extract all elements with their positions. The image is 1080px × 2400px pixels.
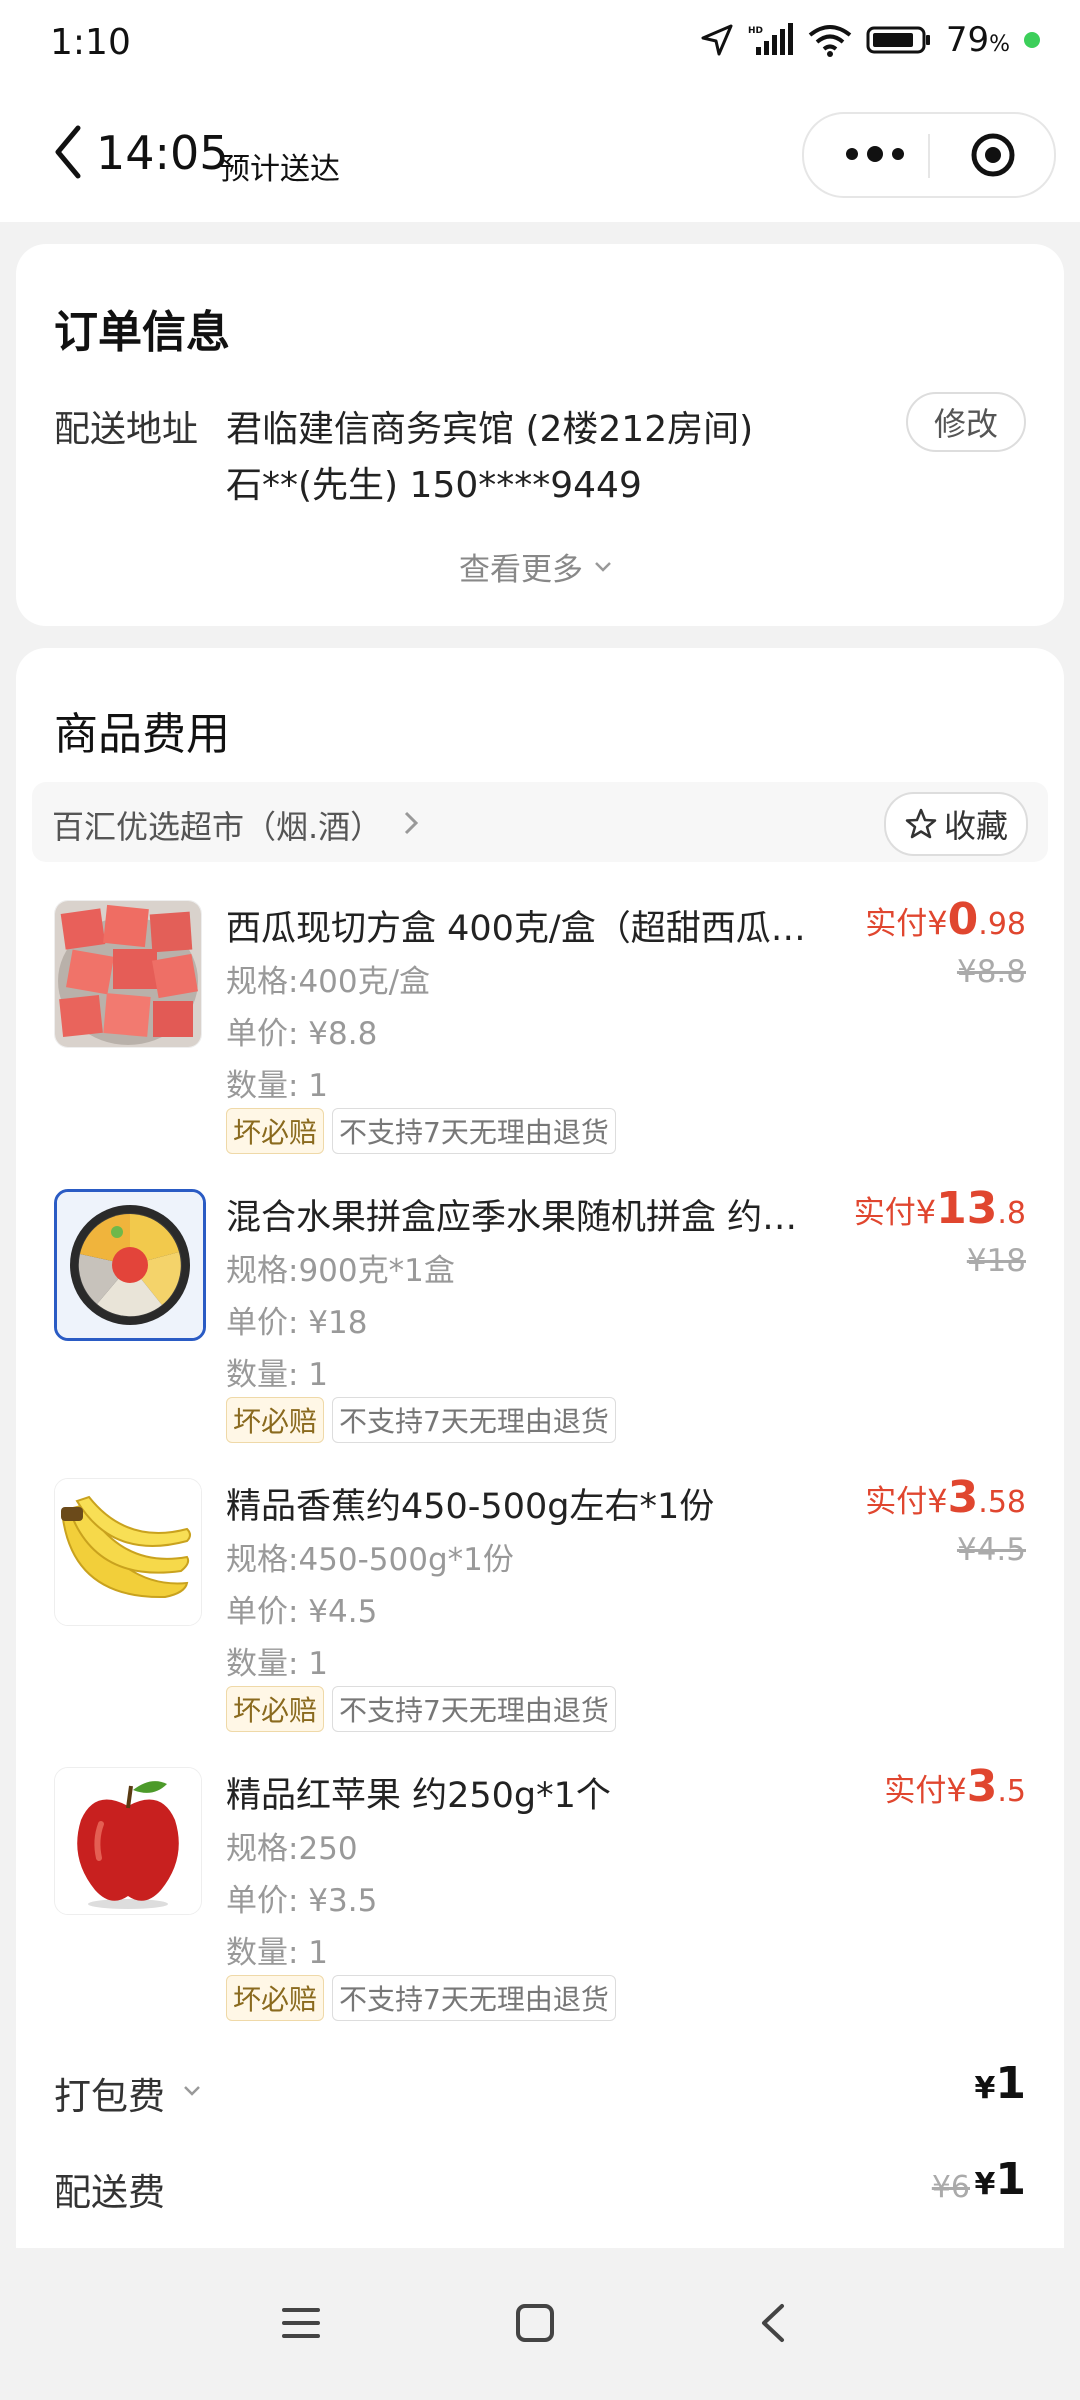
- guarantee-tag: 坏必赔: [226, 1397, 325, 1443]
- battery-percent: 79%: [945, 20, 1010, 60]
- packing-fee-value: ¥1: [974, 2058, 1027, 2109]
- status-icons: HD 79%: [700, 20, 1040, 60]
- shop-bar[interactable]: 百汇优选超市（烟.酒） 收藏: [32, 782, 1048, 862]
- item-tags: 坏必赔 不支持7天无理由退货: [226, 1397, 616, 1443]
- status-time: 1:10: [50, 22, 131, 63]
- delivery-fee-row: 配送费 ¥6 ¥1: [54, 2154, 1026, 2222]
- miniprogram-capsule: [802, 112, 1056, 198]
- banana-image: [54, 1478, 202, 1626]
- shop-name: 百汇优选超市（烟.酒）: [52, 808, 383, 846]
- order-info-title: 订单信息: [54, 307, 230, 358]
- delivery-fee-label: 配送费: [54, 2171, 165, 2214]
- address-label: 配送地址: [54, 409, 199, 450]
- list-item[interactable]: 混合水果拼盒应季水果随机拼盒 约… 规格:900克*1盒 单价: ¥18 数量:…: [16, 1183, 1064, 1459]
- item-tags: 坏必赔 不支持7天无理由退货: [226, 1108, 616, 1154]
- item-name: 混合水果拼盒应季水果随机拼盒 约…: [226, 1198, 798, 1238]
- item-spec: 规格:900克*1盒: [226, 1253, 455, 1289]
- item-spec: 规格:400克/盒: [226, 964, 431, 1000]
- item-quantity: 数量: 1: [226, 1068, 329, 1104]
- goods-fee-title: 商品费用: [54, 709, 230, 760]
- privacy-indicator-dot: [1024, 32, 1040, 48]
- home-square-icon[interactable]: [514, 2302, 556, 2344]
- packing-fee-row[interactable]: 打包费 ¥1: [54, 2058, 1026, 2126]
- item-spec: 规格:250: [226, 1831, 358, 1867]
- no-return-tag: 不支持7天无理由退货: [332, 1108, 616, 1154]
- view-more-link[interactable]: 查看更多: [459, 544, 613, 589]
- item-tags: 坏必赔 不支持7天无理由退货: [226, 1686, 616, 1732]
- item-tags: 坏必赔 不支持7天无理由退货: [226, 1975, 616, 2021]
- no-return-tag: 不支持7天无理由退货: [332, 1397, 616, 1443]
- delivery-fee-value: ¥1: [974, 2154, 1027, 2205]
- view-more-label: 查看更多: [459, 552, 583, 588]
- item-quantity: 数量: 1: [226, 1357, 329, 1393]
- star-icon: [905, 808, 937, 839]
- battery-icon: [866, 26, 930, 54]
- fruit-platter-image: [54, 1189, 206, 1341]
- nav-bar: 14:05 预计送达: [0, 92, 1080, 222]
- item-name: 精品香蕉约450-500g左右*1份: [226, 1487, 715, 1527]
- system-nav-bar: [0, 2248, 1080, 2400]
- guarantee-tag: 坏必赔: [226, 1686, 325, 1732]
- packing-fee-label: 打包费: [54, 2075, 165, 2118]
- list-item[interactable]: 精品香蕉约450-500g左右*1份 规格:450-500g*1份 单价: ¥4…: [16, 1472, 1064, 1748]
- delivery-eta-label: 预计送达: [220, 152, 340, 187]
- back-chevron-icon[interactable]: [48, 122, 88, 182]
- no-return-tag: 不支持7天无理由退货: [332, 1686, 616, 1732]
- menu-icon[interactable]: [280, 2302, 322, 2344]
- item-unit-price: 单价: ¥4.5: [226, 1594, 378, 1630]
- edit-address-button[interactable]: 修改: [906, 392, 1026, 452]
- item-quantity: 数量: 1: [226, 1935, 329, 1971]
- apple-image: [54, 1767, 202, 1915]
- more-dots-icon[interactable]: [840, 142, 910, 166]
- no-return-tag: 不支持7天无理由退货: [332, 1975, 616, 2021]
- original-price: ¥18: [966, 1243, 1026, 1279]
- chevron-down-icon: [595, 561, 611, 572]
- watermelon-image: [54, 900, 202, 1048]
- original-price: ¥8.8: [956, 954, 1026, 990]
- chevron-right-icon: [404, 811, 419, 835]
- paid-price: 实付¥3.58: [865, 1472, 1026, 1523]
- paid-price: 实付¥13.8: [853, 1183, 1026, 1234]
- paid-price: 实付¥3.5: [884, 1761, 1026, 1812]
- delivery-fee-original: ¥6: [931, 2170, 970, 2205]
- chevron-down-icon: [184, 2086, 200, 2096]
- capsule-divider: [928, 134, 930, 178]
- status-bar: 1:10 HD 79%: [0, 0, 1080, 92]
- cellular-signal-icon: HD: [748, 23, 793, 55]
- item-spec: 规格:450-500g*1份: [226, 1542, 514, 1578]
- favorite-button[interactable]: 收藏: [884, 792, 1028, 856]
- close-target-icon[interactable]: [970, 132, 1016, 178]
- location-arrow-icon: [701, 24, 733, 56]
- original-price: ¥4.5: [956, 1532, 1026, 1568]
- guarantee-tag: 坏必赔: [226, 1108, 325, 1154]
- delivery-eta-time: 14:05: [96, 126, 229, 180]
- list-item[interactable]: 西瓜现切方盒 400克/盒（超甜西瓜… 规格:400克/盒 单价: ¥8.8 数…: [16, 894, 1064, 1170]
- back-triangle-icon[interactable]: [752, 2302, 794, 2344]
- item-unit-price: 单价: ¥3.5: [226, 1883, 378, 1919]
- list-item[interactable]: 精品红苹果 约250g*1个 规格:250 单价: ¥3.5 数量: 1 坏必赔…: [16, 1761, 1064, 2037]
- item-unit-price: 单价: ¥8.8: [226, 1016, 378, 1052]
- item-quantity: 数量: 1: [226, 1646, 329, 1682]
- goods-fee-card: 商品费用 百汇优选超市（烟.酒） 收藏 西瓜现切方盒 400克/盒（超甜西瓜… …: [16, 648, 1064, 2248]
- item-name: 精品红苹果 约250g*1个: [226, 1776, 611, 1816]
- wifi-icon: [808, 25, 852, 57]
- recipient-line: 石**(先生) 150****9449: [226, 465, 642, 506]
- item-unit-price: 单价: ¥18: [226, 1305, 368, 1341]
- svg-text:HD: HD: [748, 26, 763, 36]
- paid-price: 实付¥0.98: [865, 894, 1026, 945]
- guarantee-tag: 坏必赔: [226, 1975, 325, 2021]
- favorite-label: 收藏: [943, 807, 1008, 845]
- address-line: 君临建信商务宾馆 (2楼212房间): [226, 409, 754, 450]
- item-name: 西瓜现切方盒 400克/盒（超甜西瓜…: [226, 909, 806, 949]
- order-info-card: 订单信息 配送地址 君临建信商务宾馆 (2楼212房间) 石**(先生) 150…: [16, 244, 1064, 626]
